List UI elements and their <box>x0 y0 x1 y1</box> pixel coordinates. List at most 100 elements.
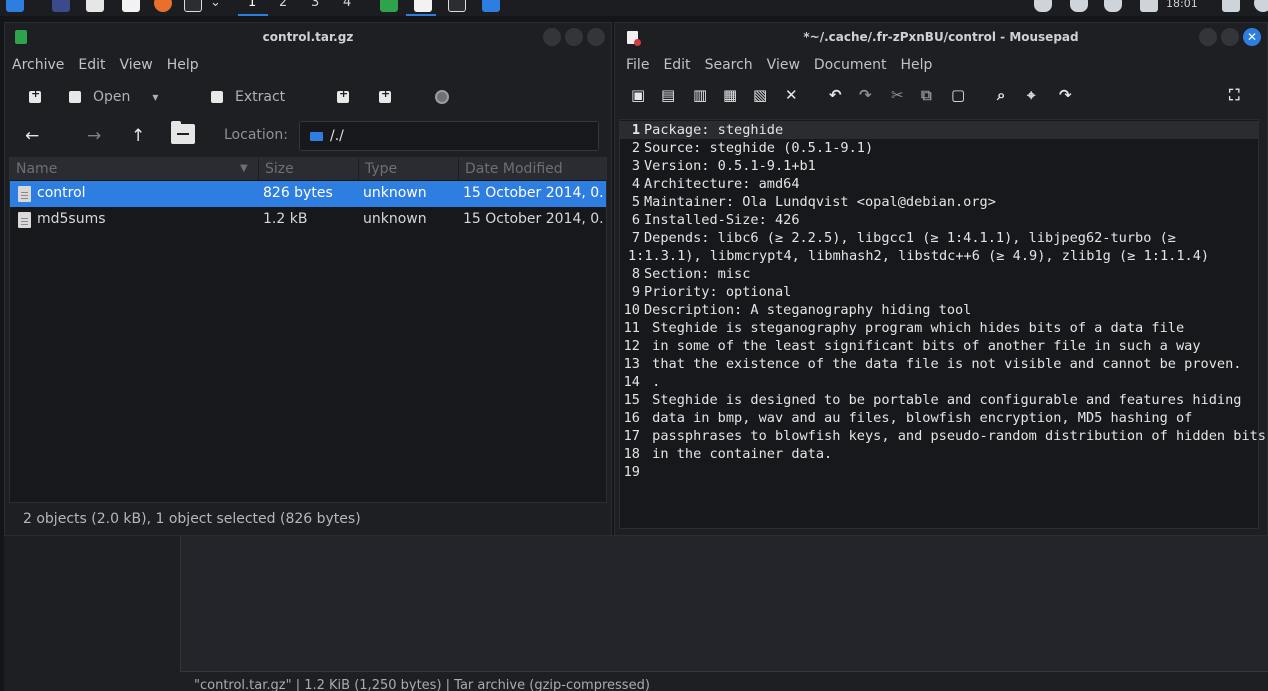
workspace-1[interactable]: 1 <box>248 0 256 10</box>
stop-button[interactable] <box>435 87 449 107</box>
minimize-button[interactable] <box>543 28 561 46</box>
editor-line[interactable]: 10 Description: A steganography hiding to… <box>620 301 1258 319</box>
lock-icon[interactable] <box>1222 0 1240 12</box>
workspace-3[interactable]: 3 <box>311 0 319 10</box>
extract-button[interactable]: Extract <box>211 87 285 107</box>
volume-icon[interactable] <box>1070 0 1088 12</box>
column-name[interactable]: Name <box>16 161 57 177</box>
location-input[interactable]: /./ <box>299 121 599 151</box>
mousepad-title-bar[interactable]: *~/.cache/.fr-zPxnBU/control - Mousepad … <box>615 23 1267 51</box>
open-button[interactable]: Open ▾ <box>69 87 158 107</box>
show-desktop-icon[interactable] <box>52 0 70 12</box>
editor-line[interactable]: 3 Version: 0.5.1-9.1+b1 <box>620 157 1258 175</box>
task-archive-manager-icon[interactable] <box>380 0 398 12</box>
location-folder-icon <box>310 132 323 141</box>
battery-icon[interactable] <box>1140 0 1158 12</box>
archive-title-bar[interactable]: control.tar.gz <box>5 23 611 51</box>
column-size[interactable]: Size <box>265 161 294 177</box>
editor-line[interactable]: 11 Steghide is steganography program whi… <box>620 319 1258 337</box>
maximize-button[interactable] <box>1221 28 1239 46</box>
column-type[interactable]: Type <box>365 161 397 177</box>
editor-line[interactable]: 5 Maintainer: Ola Lundqvist <opal@debian.… <box>620 193 1258 211</box>
editor-line[interactable]: 2 Source: steghide (0.5.1-9.1) <box>620 139 1258 157</box>
menu-edit[interactable]: Edit <box>656 52 697 78</box>
new-archive-button[interactable] <box>29 87 41 107</box>
forward-arrow-icon[interactable]: → <box>87 126 101 146</box>
editor-line[interactable]: 14 . <box>620 373 1258 391</box>
menu-archive[interactable]: Archive <box>5 52 71 78</box>
new-window-icon[interactable]: ▤ <box>661 86 675 104</box>
cut-icon[interactable]: ✂ <box>891 86 904 104</box>
clock[interactable]: 18:01 <box>1166 0 1198 10</box>
menu-view[interactable]: View <box>760 52 807 78</box>
editor-line[interactable]: 7 Depends: libc6 (≥ 2.2.5), libgcc1 (≥ 1:… <box>620 229 1258 247</box>
menu-view[interactable]: View <box>113 52 160 78</box>
minimize-button[interactable] <box>1199 28 1217 46</box>
task-terminal-icon[interactable] <box>448 0 466 12</box>
add-files-button[interactable] <box>337 87 349 107</box>
notifications-icon[interactable] <box>1104 0 1122 12</box>
redo-icon[interactable]: ↷ <box>859 86 872 104</box>
editor-line[interactable]: 4 Architecture: amd64 <box>620 175 1258 193</box>
paste-icon[interactable]: ▢ <box>951 86 965 104</box>
editor-line[interactable]: 16 data in bmp, wav and au files, blowfi… <box>620 409 1258 427</box>
editor-line[interactable]: 1:1.3.1), libmcrypt4, libmhash2, libstdc… <box>620 247 1258 265</box>
file-list: Name ▼ Size Type Date Modified control 8… <box>9 157 607 503</box>
home-folder-icon[interactable] <box>171 121 195 144</box>
save-icon[interactable]: ▥ <box>693 86 707 104</box>
close-tab-icon[interactable]: ✕ <box>785 86 798 104</box>
close-button[interactable] <box>587 28 605 46</box>
menu-file[interactable]: File <box>619 52 656 78</box>
close-icon[interactable]: ✕ <box>1243 28 1261 46</box>
menu-document[interactable]: Document <box>807 52 894 78</box>
editor-line[interactable]: 15 Steghide is designed to be portable a… <box>620 391 1258 409</box>
up-arrow-icon[interactable]: ↑ <box>131 126 145 146</box>
column-separator <box>258 158 259 180</box>
power-icon[interactable] <box>1254 0 1268 12</box>
copy-icon[interactable]: ⧉ <box>921 86 932 104</box>
search-icon[interactable]: ⌕ <box>997 86 1005 104</box>
column-date-modified[interactable]: Date Modified <box>465 161 563 177</box>
menu-help[interactable]: Help <box>160 52 206 78</box>
workspace-4[interactable]: 4 <box>343 0 351 10</box>
menu-search[interactable]: Search <box>698 52 760 78</box>
text-editor[interactable]: 1 Package: steghide 2 Source: steghide (0.5… <box>619 119 1266 529</box>
editor-line[interactable]: 12 in some of the least significant bits… <box>620 337 1258 355</box>
search-replace-icon[interactable]: ⌖ <box>1027 86 1035 104</box>
menu-help[interactable]: Help <box>893 52 939 78</box>
terminal-icon[interactable] <box>184 0 202 12</box>
text-editor-icon[interactable] <box>122 0 140 12</box>
task-files-icon[interactable] <box>482 0 500 12</box>
firefox-icon[interactable] <box>154 0 172 12</box>
editor-line[interactable]: 17 passphrases to blowfish keys, and pse… <box>620 427 1266 445</box>
add-folder-button[interactable] <box>379 87 391 107</box>
fullscreen-icon[interactable]: ⛶ <box>1229 86 1240 104</box>
editor-line[interactable]: 13 that the existence of the data file i… <box>620 355 1258 373</box>
maximize-button[interactable] <box>565 28 583 46</box>
mousepad-window: *~/.cache/.fr-zPxnBU/control - Mousepad … <box>614 22 1268 536</box>
editor-line[interactable]: 6 Installed-Size: 426 <box>620 211 1258 229</box>
editor-line[interactable]: 18 in the container data. <box>620 445 1258 463</box>
file-row-md5sums[interactable]: md5sums 1.2 kB unknown 15 October 2014, … <box>10 207 606 233</box>
launcher-dropdown-icon[interactable]: ⌄ <box>210 0 221 10</box>
editor-line[interactable]: 19 <box>620 463 1258 481</box>
editor-line[interactable]: 8 Section: misc <box>620 265 1258 283</box>
menu-edit[interactable]: Edit <box>71 52 112 78</box>
go-to-line-icon[interactable]: ↷ <box>1059 86 1072 104</box>
file-row-control[interactable]: control 826 bytes unknown 15 October 201… <box>10 181 606 207</box>
undo-icon[interactable]: ↶ <box>829 86 842 104</box>
editor-current-line[interactable]: 1 Package: steghide <box>620 121 1258 139</box>
editor-line[interactable]: 9 Priority: optional <box>620 283 1258 301</box>
open-dropdown-icon[interactable]: ▾ <box>152 90 158 104</box>
kali-menu-icon[interactable] <box>6 0 24 12</box>
back-arrow-icon[interactable]: ← <box>25 126 39 146</box>
new-document-icon[interactable]: ▣ <box>631 86 645 104</box>
save-as-icon[interactable]: ▦ <box>723 86 737 104</box>
workspace-2[interactable]: 2 <box>279 0 287 10</box>
file-manager-icon[interactable] <box>86 0 104 12</box>
location-bar: ← → ↑ Location: /./ <box>5 119 611 153</box>
revert-icon[interactable]: ▧ <box>753 86 767 104</box>
line-number: 4 <box>631 176 640 192</box>
task-mousepad-icon[interactable] <box>414 0 432 12</box>
network-icon[interactable] <box>1034 0 1052 12</box>
